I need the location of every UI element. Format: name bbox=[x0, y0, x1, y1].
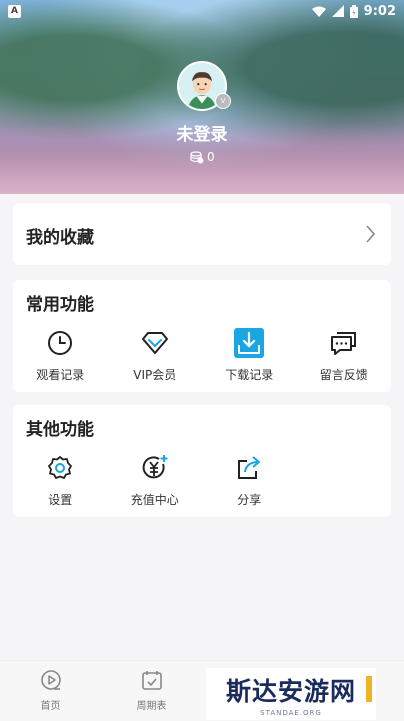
vip-badge-icon: V bbox=[215, 93, 231, 109]
avatar-button[interactable]: V bbox=[177, 61, 231, 111]
username-label[interactable]: 未登录 bbox=[0, 120, 404, 145]
watermark-bar bbox=[366, 676, 372, 702]
coin-balance: 0 bbox=[190, 150, 215, 164]
settings-label: 设置 bbox=[48, 493, 73, 507]
recharge-center-label: 充值中心 bbox=[130, 493, 179, 507]
share-icon bbox=[238, 456, 261, 479]
coin-stack-icon bbox=[190, 151, 204, 164]
feedback-button[interactable]: 留言反馈 bbox=[297, 328, 392, 383]
diamond-icon bbox=[141, 332, 168, 354]
watermark-logo: 斯达安游网 STANDAE.ORG bbox=[206, 668, 376, 720]
nav-schedule-label: 周期表 bbox=[136, 701, 167, 712]
nav-home[interactable]: 首页 bbox=[0, 661, 101, 721]
wifi-icon bbox=[311, 6, 326, 17]
download-history-button[interactable]: 下载记录 bbox=[202, 328, 297, 383]
favorites-card[interactable]: 我的收藏 bbox=[13, 203, 391, 265]
recharge-center-button[interactable]: 充值中心 bbox=[108, 453, 203, 508]
download-icon bbox=[234, 328, 265, 358]
battery-icon bbox=[349, 4, 358, 18]
other-functions-card: 其他功能 设置 充值中心 分享 bbox=[13, 405, 391, 517]
chat-icon bbox=[330, 332, 356, 355]
download-history-label: 下载记录 bbox=[225, 368, 274, 382]
vip-member-button[interactable]: VIP会员 bbox=[108, 328, 203, 383]
clock-time: 9:02 bbox=[363, 3, 396, 19]
watermark-subtext: STANDAE.ORG bbox=[260, 708, 322, 717]
share-label: 分享 bbox=[237, 493, 262, 507]
favorites-title: 我的收藏 bbox=[26, 228, 94, 248]
watch-history-button[interactable]: 观看记录 bbox=[13, 328, 108, 383]
nav-home-label: 首页 bbox=[40, 701, 61, 712]
signal-icon bbox=[331, 5, 344, 17]
common-functions-title: 常用功能 bbox=[26, 295, 94, 315]
nav-schedule[interactable]: 周期表 bbox=[101, 661, 202, 721]
play-home-icon bbox=[40, 670, 61, 690]
notification-a-icon: A bbox=[8, 4, 21, 18]
clock-icon bbox=[48, 331, 73, 355]
coin-count: 0 bbox=[207, 150, 215, 164]
settings-button[interactable]: 设置 bbox=[13, 453, 108, 508]
vip-member-label: VIP会员 bbox=[133, 368, 177, 382]
gear-icon bbox=[48, 456, 73, 479]
yuan-recharge-icon bbox=[142, 455, 168, 479]
share-button[interactable]: 分享 bbox=[202, 453, 297, 508]
status-bar: A 9:02 bbox=[0, 0, 404, 22]
feedback-label: 留言反馈 bbox=[319, 368, 368, 382]
watch-history-label: 观看记录 bbox=[36, 368, 85, 382]
calendar-icon bbox=[141, 671, 162, 690]
chevron-right-icon bbox=[366, 225, 375, 243]
other-functions-title: 其他功能 bbox=[26, 420, 94, 440]
common-functions-card: 常用功能 观看记录 VIP会员 下载记录 留言反馈 bbox=[13, 280, 391, 392]
watermark-text: 斯达安游网 bbox=[225, 676, 356, 706]
